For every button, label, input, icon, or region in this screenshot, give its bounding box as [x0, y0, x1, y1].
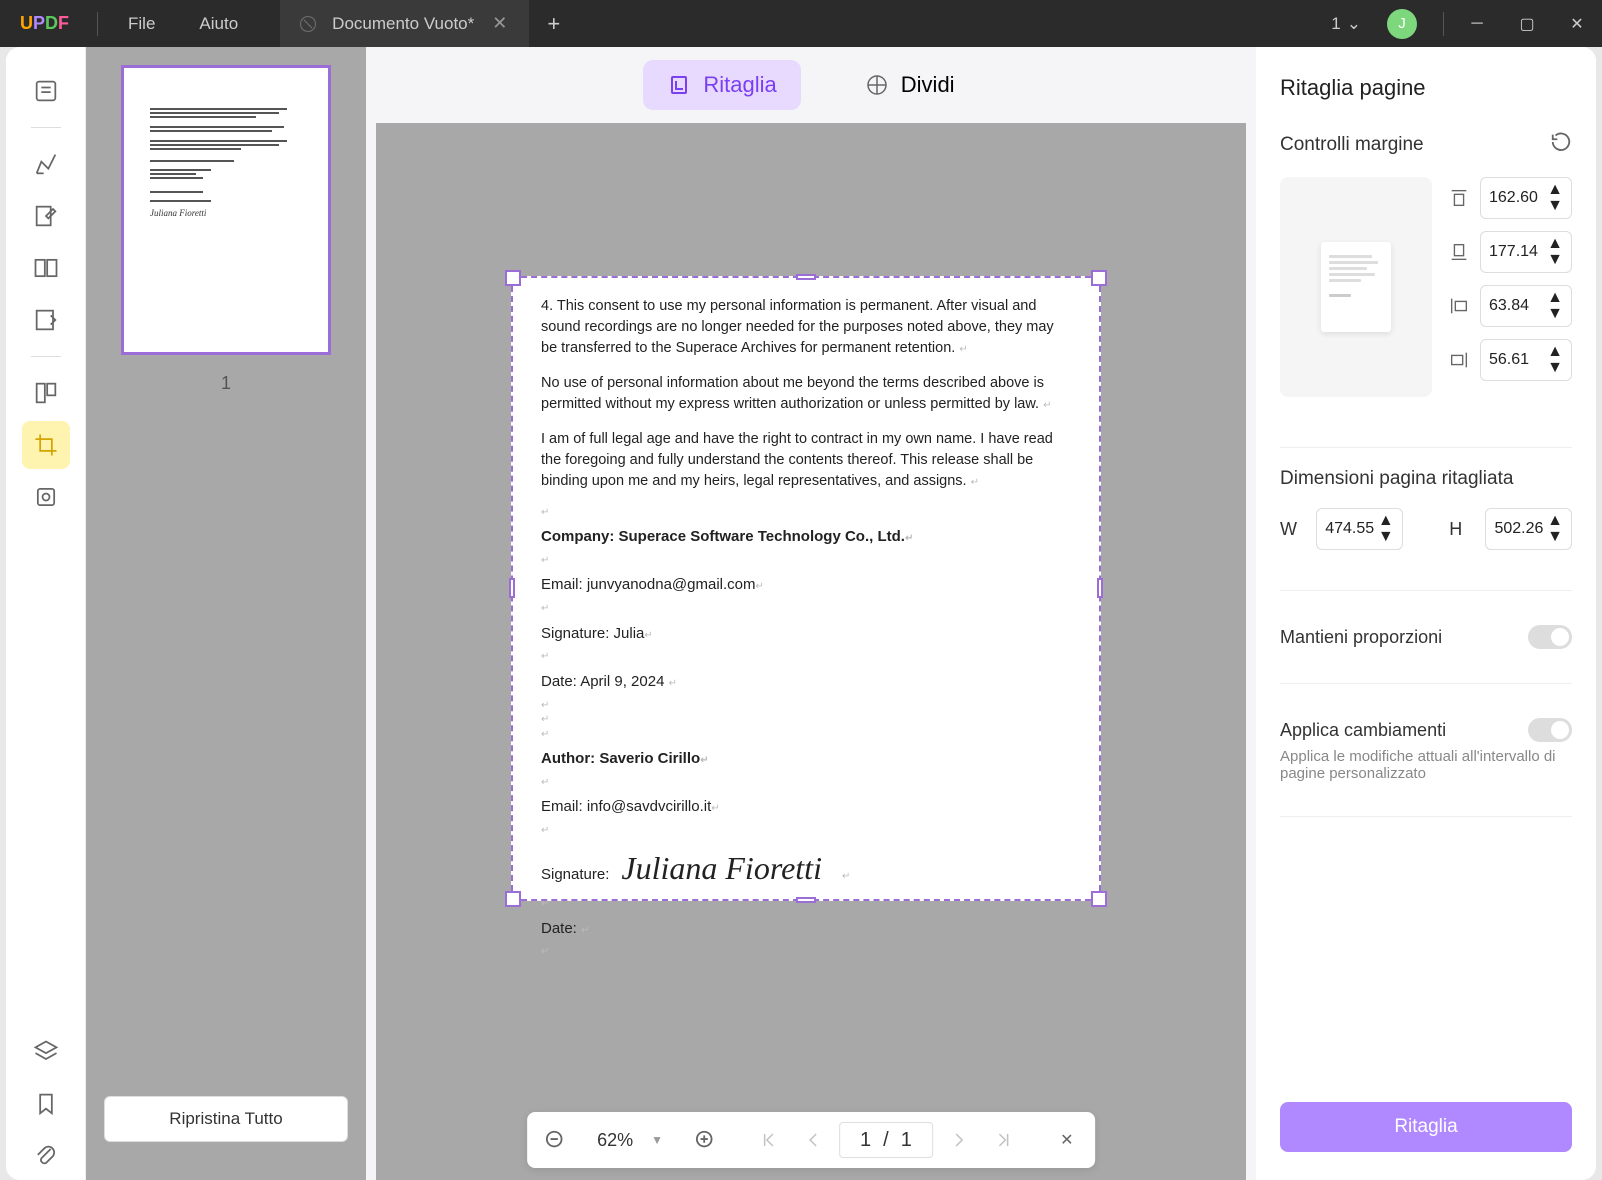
crop-handle-tm[interactable]	[796, 274, 816, 280]
crop-handle-mr[interactable]	[1097, 578, 1103, 598]
crop-handle-ml[interactable]	[509, 578, 515, 598]
reset-margins-icon[interactable]	[1550, 131, 1572, 159]
document-tab[interactable]: Documento Vuoto* ✕	[280, 0, 529, 47]
next-page-button[interactable]	[941, 1122, 977, 1158]
margin-section-header: Controlli margine	[1280, 131, 1572, 159]
crop-handle-br[interactable]	[1091, 891, 1107, 907]
titlebar: UPDF File Aiuto Documento Vuoto* ✕ + 1⌄ …	[0, 0, 1602, 47]
keep-ratio-label: Mantieni proporzioni	[1280, 627, 1442, 648]
tool-crop[interactable]	[22, 421, 70, 469]
tool-pages[interactable]	[22, 244, 70, 292]
margin-top-input[interactable]: 162.60▲▼	[1480, 177, 1572, 219]
user-avatar[interactable]: J	[1387, 9, 1417, 39]
width-label: W	[1280, 519, 1302, 540]
tool-attachment[interactable]	[22, 1132, 70, 1180]
apply-changes-description: Applica le modifiche attuali all'interva…	[1280, 748, 1572, 782]
first-page-button[interactable]	[751, 1122, 787, 1158]
margin-top-icon	[1448, 187, 1470, 209]
document-viewport[interactable]: 4. This consent to use my personal infor…	[376, 123, 1246, 1180]
margin-right-icon	[1448, 349, 1470, 371]
menu-help[interactable]: Aiuto	[177, 14, 260, 34]
page-indicator[interactable]: 1⌄	[1323, 14, 1369, 34]
mode-split[interactable]: Dividi	[841, 60, 979, 110]
crop-icon	[667, 73, 691, 97]
size-section-header: Dimensioni pagina ritagliata	[1280, 468, 1572, 490]
panel-title: Ritaglia pagine	[1280, 75, 1572, 101]
apply-crop-button[interactable]: Ritaglia	[1280, 1102, 1572, 1152]
crop-selection[interactable]: 4. This consent to use my personal infor…	[511, 276, 1101, 901]
tab-close-icon[interactable]: ✕	[488, 13, 511, 34]
close-toolbar-button[interactable]: ✕	[1049, 1122, 1085, 1158]
tool-highlight[interactable]	[22, 140, 70, 188]
margin-right-input[interactable]: 56.61▲▼	[1480, 339, 1572, 381]
height-input[interactable]: 502.26▲▼	[1485, 508, 1572, 550]
page-thumbnail[interactable]: Juliana Fioretti	[121, 65, 331, 355]
menu-file[interactable]: File	[106, 14, 177, 34]
tool-organize[interactable]	[22, 369, 70, 417]
document-content: 4. This consent to use my personal infor…	[541, 296, 1071, 960]
crop-handle-bm[interactable]	[796, 897, 816, 903]
margin-left-icon	[1448, 295, 1470, 317]
prev-page-button[interactable]	[795, 1122, 831, 1158]
close-button[interactable]: ✕	[1552, 0, 1602, 47]
tool-reader[interactable]	[22, 67, 70, 115]
app-logo: UPDF	[0, 13, 89, 34]
reset-all-button[interactable]: Ripristina Tutto	[104, 1096, 348, 1142]
margin-bottom-icon	[1448, 241, 1470, 263]
last-page-button[interactable]	[985, 1122, 1021, 1158]
tool-layers[interactable]	[22, 1028, 70, 1076]
tab-title: Documento Vuoto*	[332, 14, 474, 34]
minimize-button[interactable]: ─	[1452, 0, 1502, 47]
split-icon	[865, 73, 889, 97]
maximize-button[interactable]: ▢	[1502, 0, 1552, 47]
crop-panel: Ritaglia pagine Controlli margine 162.60…	[1256, 47, 1596, 1180]
apply-changes-label: Applica cambiamenti	[1280, 720, 1446, 741]
zoom-in-button[interactable]	[687, 1122, 723, 1158]
divider	[97, 12, 98, 36]
apply-changes-toggle[interactable]	[1528, 718, 1572, 742]
new-tab-button[interactable]: +	[529, 11, 578, 37]
crop-handle-tl[interactable]	[505, 270, 521, 286]
crop-handle-bl[interactable]	[505, 891, 521, 907]
tool-edit[interactable]	[22, 192, 70, 240]
crop-handle-tr[interactable]	[1091, 270, 1107, 286]
thumbnail-panel: Juliana Fioretti 1 Ripristina Tutto	[86, 47, 366, 1180]
margin-left-input[interactable]: 63.84▲▼	[1480, 285, 1572, 327]
chevron-down-icon: ▼	[651, 1133, 663, 1147]
divider	[1443, 12, 1444, 36]
height-label: H	[1449, 519, 1471, 540]
tool-form[interactable]	[22, 296, 70, 344]
mode-crop[interactable]: Ritaglia	[643, 60, 800, 110]
thumbnail-number: 1	[221, 373, 231, 394]
margin-bottom-input[interactable]: 177.14▲▼	[1480, 231, 1572, 273]
zoom-out-button[interactable]	[537, 1122, 573, 1158]
document-icon	[298, 14, 318, 34]
tool-bookmark[interactable]	[22, 1080, 70, 1128]
zoom-toolbar: 62%▼ 1/1 ✕	[527, 1112, 1095, 1168]
width-input[interactable]: 474.55▲▼	[1316, 508, 1403, 550]
tool-watermark[interactable]	[22, 473, 70, 521]
chevron-down-icon: ⌄	[1347, 14, 1361, 34]
keep-ratio-toggle[interactable]	[1528, 625, 1572, 649]
canvas-area: Ritaglia Dividi 4. This consent to use m…	[366, 47, 1256, 1180]
left-toolbar	[6, 47, 86, 1180]
margin-preview	[1280, 177, 1432, 397]
page-input[interactable]: 1/1	[839, 1122, 933, 1158]
zoom-level[interactable]: 62%▼	[581, 1130, 679, 1151]
mode-tabs: Ritaglia Dividi	[366, 47, 1256, 123]
